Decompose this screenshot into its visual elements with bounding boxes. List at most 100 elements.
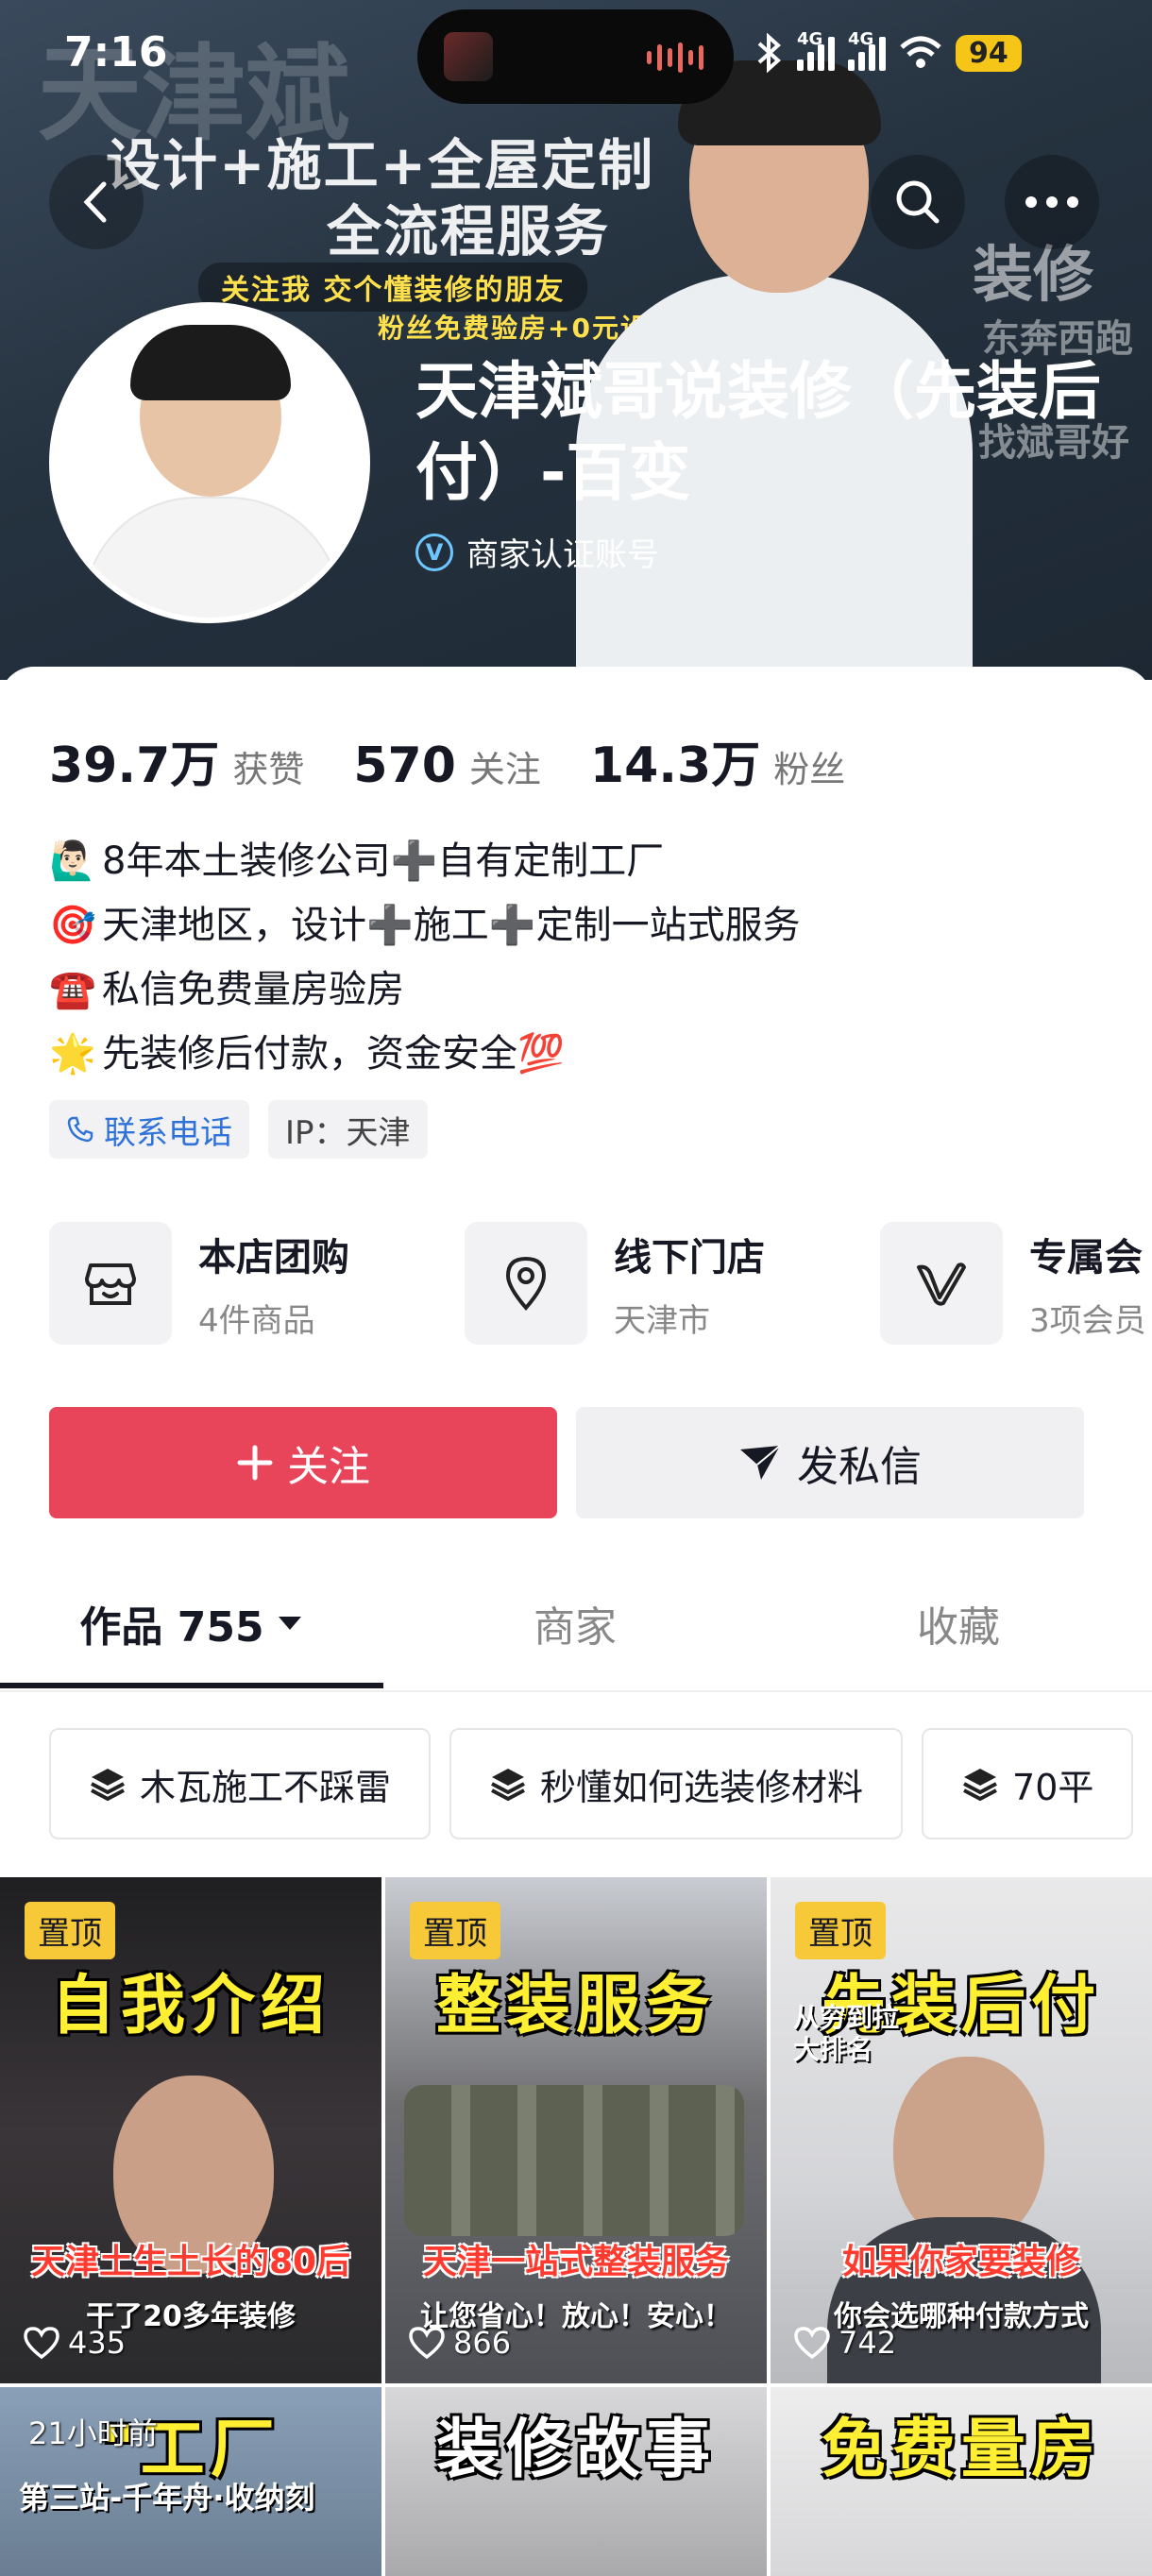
tab-works[interactable]: 作品 755 xyxy=(0,1558,383,1688)
video-caption: 第三站-千年舟·收纳刻 xyxy=(19,2480,315,2516)
target-emoji-icon: 🎯 xyxy=(49,904,96,947)
service-title: 本店团购 xyxy=(198,1235,349,1280)
video-timestamp: 21小时前 xyxy=(28,2415,158,2451)
more-dots-icon xyxy=(1025,196,1078,208)
media-thumb-icon xyxy=(444,32,493,81)
verified-label: 商家认证账号 xyxy=(466,536,659,574)
cellular-signal-icon: 4G xyxy=(797,29,835,71)
video-caption: 天津一站式整装服务 xyxy=(422,2243,729,2281)
video-title: 整装服务 xyxy=(435,1969,716,2043)
video-title: 自我介绍 xyxy=(50,1969,330,2043)
video-tile[interactable]: 置顶 整装服务 天津一站式整装服务 让您省心！放心！安心！ 866 xyxy=(385,1877,767,2383)
member-v-icon xyxy=(880,1222,1003,1345)
video-title: 免费量房 xyxy=(821,2413,1101,2487)
send-icon xyxy=(740,1445,781,1480)
stat-likes[interactable]: 39.7万 获赞 xyxy=(49,725,304,796)
bluetooth-icon xyxy=(757,33,781,73)
bio-line: 🙋🏻‍♂️ 8年本土装修公司➕自有定制工厂 xyxy=(49,829,801,893)
video-title: 装修故事 xyxy=(435,2413,716,2487)
star-emoji-icon: 🌟 xyxy=(49,1032,96,1076)
stat-following-count: 570 xyxy=(353,737,456,794)
message-button[interactable]: 发私信 xyxy=(576,1407,1084,1518)
location-pin-icon xyxy=(465,1222,587,1345)
profile-name: 天津斌哥说装修（先装后付）-百变 xyxy=(415,355,1101,509)
bio-line: 🎯 天津地区，设计➕施工➕定制一站式服务 xyxy=(49,893,801,958)
back-button[interactable] xyxy=(49,155,144,249)
stat-likes-count: 39.7万 xyxy=(49,737,220,794)
service-group-buy[interactable]: 本店团购 4件商品 xyxy=(49,1222,465,1345)
person-emoji-icon: 🙋🏻‍♂️ xyxy=(49,839,96,883)
plus-icon xyxy=(237,1445,273,1481)
video-overlay-text: 从穷到拉 大排名 xyxy=(793,2002,900,2065)
caret-down-icon xyxy=(278,1617,301,1630)
stat-following[interactable]: 570 关注 xyxy=(353,737,541,794)
tab-merchant[interactable]: 商家 xyxy=(383,1558,767,1688)
phone-icon xyxy=(67,1116,93,1143)
video-tile[interactable]: 装修故事 xyxy=(385,2387,767,2576)
search-button[interactable] xyxy=(871,155,965,249)
profile-tags: 联系电话 IP：天津 xyxy=(49,1100,428,1159)
service-title: 专属会 xyxy=(1029,1235,1143,1280)
ip-location-tag: IP：天津 xyxy=(268,1100,428,1159)
layers-icon xyxy=(963,1769,997,1802)
battery-indicator: 94 xyxy=(956,34,1022,72)
service-subtitle: 3项会员 xyxy=(1029,1301,1146,1340)
dynamic-island xyxy=(417,9,734,104)
video-likes: 435 xyxy=(23,2325,126,2361)
tab-favorites[interactable]: 收藏 xyxy=(767,1558,1150,1688)
video-tile[interactable]: 置顶 先装后付 从穷到拉 大排名 如果你家要装修 你会选哪种付款方式 742 xyxy=(771,1877,1152,2383)
pinned-badge: 置顶 xyxy=(25,1902,115,1959)
heart-icon xyxy=(794,2327,830,2360)
bio-line: ☎️ 私信免费量房验房 xyxy=(49,958,801,1022)
audio-wave-icon xyxy=(647,42,703,74)
collection-chip[interactable]: 70平 xyxy=(922,1728,1134,1839)
video-likes: 742 xyxy=(793,2325,896,2361)
heart-icon xyxy=(24,2327,59,2360)
status-icons: 4G 4G 94 xyxy=(755,25,1022,81)
bio-line: 🌟 先装修后付款，资金安全💯 xyxy=(49,1022,801,1086)
avatar[interactable] xyxy=(49,302,370,623)
video-tile[interactable]: "工厂 21小时前 第三站-千年舟·收纳刻 xyxy=(0,2387,381,2576)
verified-v-icon: V xyxy=(415,533,453,571)
collection-chip[interactable]: 木瓦施工不踩雷 xyxy=(49,1728,432,1839)
video-tile[interactable]: 免费量房 xyxy=(771,2387,1152,2576)
heart-icon xyxy=(409,2327,445,2360)
collection-chips: 木瓦施工不踩雷 秒懂如何选装修材料 70平 xyxy=(49,1728,1134,1839)
active-tab-indicator xyxy=(0,1683,383,1688)
pinned-badge: 置顶 xyxy=(795,1902,886,1959)
service-membership[interactable]: 专属会 3项会员 xyxy=(880,1222,1152,1345)
verified-badge: V 商家认证账号 xyxy=(415,529,659,575)
phone-emoji-icon: ☎️ xyxy=(49,968,96,1011)
service-title: 线下门店 xyxy=(614,1235,765,1280)
profile-bio: 🙋🏻‍♂️ 8年本土装修公司➕自有定制工厂 🎯 天津地区，设计➕施工➕定制一站式服务… xyxy=(49,829,801,1086)
status-time: 7:16 xyxy=(64,28,168,76)
service-row: 本店团购 4件商品 线下门店 天津市 专属会 3项会员 xyxy=(49,1222,1152,1345)
layers-icon xyxy=(91,1769,125,1802)
layers-icon xyxy=(491,1769,525,1802)
more-button[interactable] xyxy=(1005,155,1099,249)
stat-followers-label: 粉丝 xyxy=(773,749,846,790)
contact-phone-tag[interactable]: 联系电话 xyxy=(49,1100,249,1159)
stat-following-label: 关注 xyxy=(468,749,541,790)
chevron-left-icon xyxy=(83,181,107,223)
profile-stats: 39.7万 获赞 570 关注 14.3万 粉丝 xyxy=(49,725,894,796)
service-subtitle: 4件商品 xyxy=(198,1301,315,1340)
video-caption: 如果你家要装修 xyxy=(841,2243,1080,2281)
stat-likes-label: 获赞 xyxy=(232,749,305,790)
search-icon xyxy=(896,180,940,224)
video-tile[interactable]: 置顶 自我介绍 天津土生土长的80后 干了20多年装修 435 xyxy=(0,1877,381,2383)
content-tabs: 作品 755 商家 收藏 xyxy=(0,1558,1152,1692)
service-subtitle: 天津市 xyxy=(614,1301,710,1340)
pinned-badge: 置顶 xyxy=(410,1902,500,1959)
wifi-icon xyxy=(900,36,941,68)
video-likes: 866 xyxy=(408,2325,511,2361)
stat-followers[interactable]: 14.3万 粉丝 xyxy=(590,725,845,796)
service-offline-store[interactable]: 线下门店 天津市 xyxy=(465,1222,880,1345)
cellular-signal-icon-2: 4G xyxy=(848,29,886,71)
store-icon xyxy=(49,1222,172,1345)
banner-tagline: 关注我 交个懂装修的朋友 xyxy=(198,263,588,312)
collection-chip[interactable]: 秒懂如何选装修材料 xyxy=(449,1728,904,1839)
follow-button[interactable]: 关注 xyxy=(49,1407,557,1518)
stat-followers-count: 14.3万 xyxy=(589,737,761,794)
video-caption: 天津土生土长的80后 xyxy=(30,2243,351,2281)
